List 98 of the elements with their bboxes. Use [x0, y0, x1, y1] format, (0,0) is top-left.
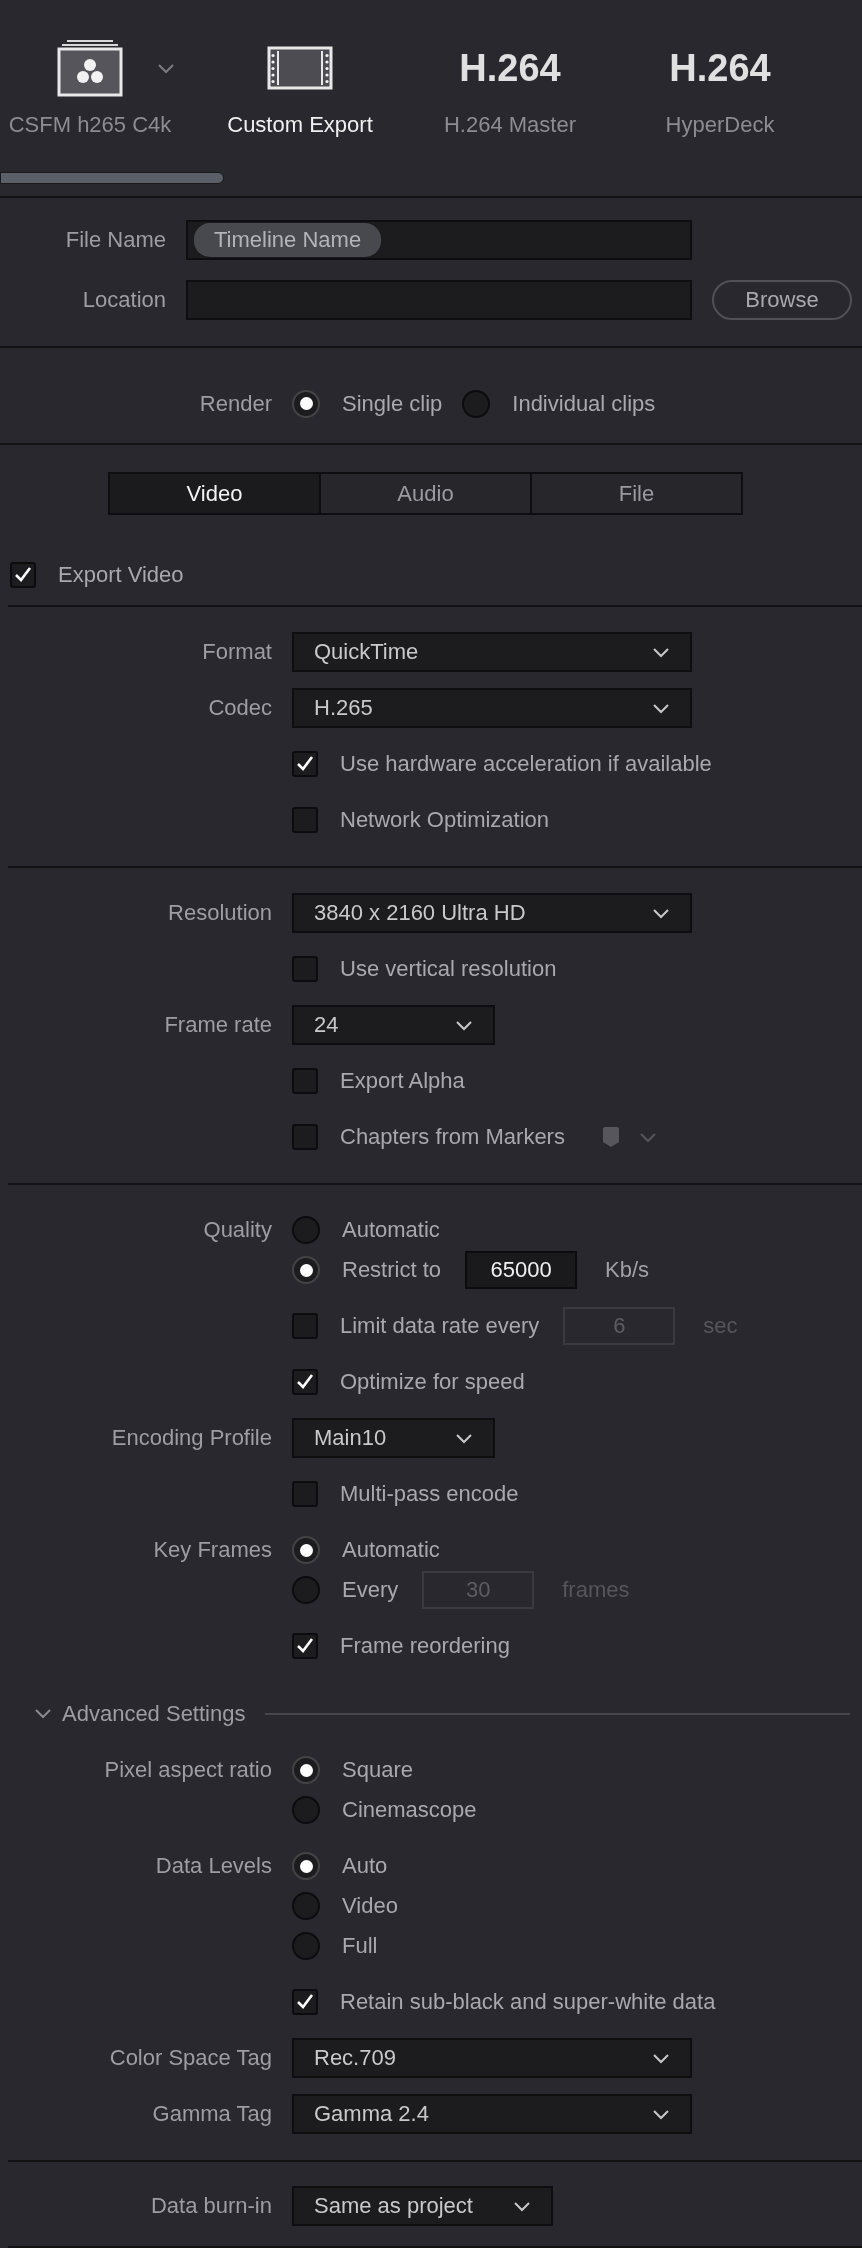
presets-stack-icon[interactable]	[57, 39, 123, 97]
chevron-icon	[512, 2200, 531, 2212]
film-strip-icon[interactable]	[267, 46, 333, 90]
setting-label: Format	[201, 639, 273, 665]
option-label: Automatic	[342, 1217, 440, 1243]
checkbox[interactable]	[292, 956, 318, 982]
radio-button[interactable]	[292, 1892, 320, 1920]
field-label: File Name	[64, 227, 167, 253]
caret-icon[interactable]	[157, 62, 175, 74]
option-label: Square	[342, 1757, 413, 1783]
chevron-icon	[652, 646, 670, 658]
setting-label: Pixel aspect ratio	[103, 1757, 273, 1783]
option-label: Limit data rate every	[340, 1313, 540, 1339]
option-label: Restrict to	[342, 1257, 442, 1283]
tab[interactable]: File	[530, 474, 741, 513]
scrollbar-thumb[interactable]	[0, 172, 224, 184]
tab[interactable]: Audio	[319, 474, 530, 513]
setting-label: Gamma Tag	[151, 2101, 273, 2127]
dropdown[interactable]: Rec.709	[292, 2038, 692, 2078]
radio-button[interactable]	[292, 1216, 320, 1244]
option-label: Retain sub-black and super-white data	[340, 1989, 716, 2015]
option-label: Multi-pass encode	[340, 1481, 519, 1507]
setting-label: Quality	[202, 1217, 273, 1243]
dropdown[interactable]: Gamma 2.4	[292, 2094, 692, 2134]
number-field[interactable]: 65000	[465, 1251, 578, 1289]
checkbox[interactable]	[292, 1989, 318, 2015]
option-label: Automatic	[342, 1537, 440, 1563]
chevron-icon	[455, 1432, 473, 1444]
caret-icon[interactable]	[638, 1131, 657, 1143]
radio-button[interactable]	[462, 389, 491, 418]
marker-icon[interactable]	[600, 1126, 621, 1148]
setting-label: Resolution	[167, 900, 273, 926]
chevron-icon	[455, 1019, 473, 1031]
option-label: Video	[342, 1893, 398, 1919]
dropdown[interactable]: 3840 x 2160 Ultra HD	[292, 893, 692, 933]
setting-label: Encoding Profile	[110, 1425, 273, 1451]
radio-button[interactable]	[292, 389, 320, 418]
chevron-icon	[652, 2108, 670, 2120]
checkbox[interactable]	[292, 1481, 318, 1507]
chevron-icon	[652, 702, 670, 714]
chevron-icon[interactable]	[34, 1708, 52, 1720]
dropdown[interactable]: QuickTime	[292, 632, 692, 672]
checkbox[interactable]	[292, 1124, 318, 1150]
setting-label: Data burn-in	[149, 2193, 273, 2219]
option-label: Optimize for speed	[340, 1369, 525, 1395]
render-label: Render	[198, 390, 273, 417]
option-label: Use hardware acceleration if available	[340, 751, 712, 777]
option-label: Use vertical resolution	[340, 956, 557, 982]
checkbox[interactable]	[292, 751, 318, 777]
setting-label: Color Space Tag	[108, 2045, 273, 2071]
checkbox[interactable]	[292, 1369, 318, 1395]
radio-button[interactable]	[292, 1256, 320, 1284]
option-label: Network Optimization	[340, 807, 550, 833]
radio-button[interactable]	[292, 1852, 320, 1880]
chevron-icon	[652, 907, 670, 919]
option-label: Single clip	[342, 390, 443, 417]
unit-label: Kb/s	[605, 1257, 650, 1283]
token-chip[interactable]: Timeline Name	[194, 223, 382, 257]
tab[interactable]: Video	[110, 474, 319, 513]
preset-label[interactable]: Custom Export	[227, 112, 373, 138]
field-label: Location	[81, 287, 167, 313]
option-label: Individual clips	[512, 390, 656, 417]
option-label: Full	[342, 1933, 378, 1959]
option-label: Cinemascope	[342, 1797, 477, 1823]
dropdown[interactable]: H.265	[292, 688, 692, 728]
radio-button[interactable]	[292, 1576, 320, 1604]
checkbox[interactable]	[292, 1313, 318, 1339]
checkbox[interactable]	[292, 1633, 318, 1659]
radio-button[interactable]	[292, 1796, 320, 1824]
preset-label[interactable]: CSFM h265 C4k	[8, 112, 172, 138]
radio-button[interactable]	[292, 1536, 320, 1564]
option-label: Every	[342, 1577, 399, 1603]
section-header[interactable]: Advanced Settings	[62, 1701, 246, 1727]
setting-label: Codec	[207, 695, 273, 721]
format-icon-text[interactable]: H.264	[459, 46, 561, 90]
dropdown[interactable]: Same as project	[292, 2186, 553, 2226]
dropdown[interactable]: Main10	[292, 1418, 495, 1458]
option-label: Export Video	[58, 562, 184, 588]
setting-label: Frame rate	[163, 1012, 273, 1038]
location-field[interactable]	[186, 280, 692, 320]
setting-label: Data Levels	[154, 1853, 273, 1879]
checkbox[interactable]	[292, 1068, 318, 1094]
option-label: Auto	[342, 1853, 388, 1879]
preset-label[interactable]: H.264 Master	[443, 112, 577, 138]
browse-button[interactable]: Browse	[712, 280, 852, 320]
dropdown[interactable]: 24	[292, 1005, 495, 1045]
preset-label[interactable]: HyperDeck	[665, 112, 775, 138]
radio-button[interactable]	[292, 1932, 320, 1960]
file-name-field[interactable]: Timeline Name	[186, 220, 692, 260]
radio-button[interactable]	[292, 1756, 320, 1784]
format-icon-text[interactable]: H.264	[669, 46, 771, 90]
checkbox[interactable]	[10, 562, 36, 588]
checkbox[interactable]	[292, 807, 318, 833]
chevron-icon	[652, 2052, 670, 2064]
option-label: Chapters from Markers	[340, 1124, 565, 1150]
option-label: Frame reordering	[340, 1633, 510, 1659]
option-label: Export Alpha	[340, 1068, 465, 1094]
setting-label: Key Frames	[152, 1537, 273, 1563]
